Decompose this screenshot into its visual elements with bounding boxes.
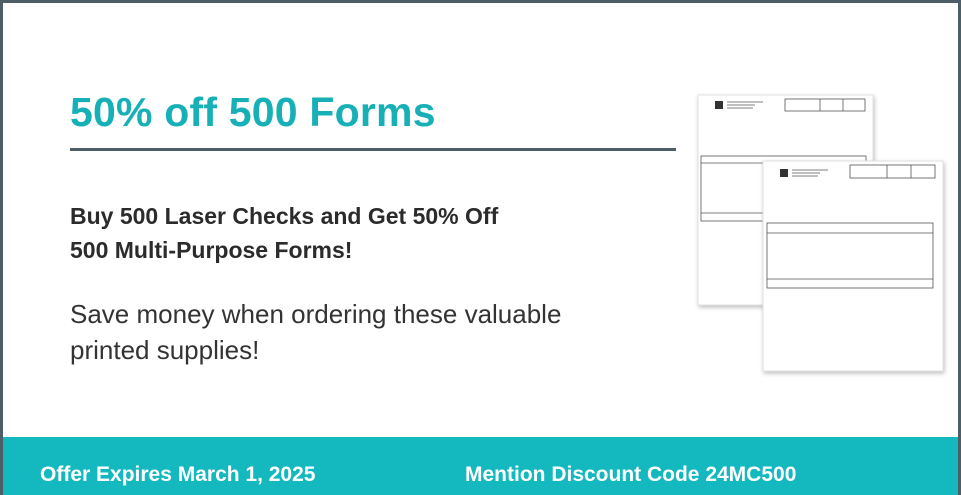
subhead-line-2: 500 Multi-Purpose Forms! — [70, 237, 353, 263]
promo-title: 50% off 500 Forms — [70, 89, 436, 135]
title-divider — [70, 148, 676, 151]
multi-purpose-forms-image — [697, 94, 944, 372]
promo-subhead: Buy 500 Laser Checks and Get 50% Off 500… — [70, 199, 670, 267]
description-line-2: printed supplies! — [70, 335, 260, 365]
front-form-sheet — [762, 160, 944, 372]
subhead-line-1: Buy 500 Laser Checks and Get 50% Off — [70, 203, 499, 229]
description-line-1: Save money when ordering these valuable — [70, 299, 562, 329]
discount-code-text: Mention Discount Code 24MC500 — [465, 463, 797, 486]
offer-expiration-text: Offer Expires March 1, 2025 — [40, 463, 316, 486]
promo-description: Save money when ordering these valuable … — [70, 296, 670, 368]
promo-card: 50% off 500 Forms Buy 500 Laser Checks a… — [0, 0, 961, 495]
